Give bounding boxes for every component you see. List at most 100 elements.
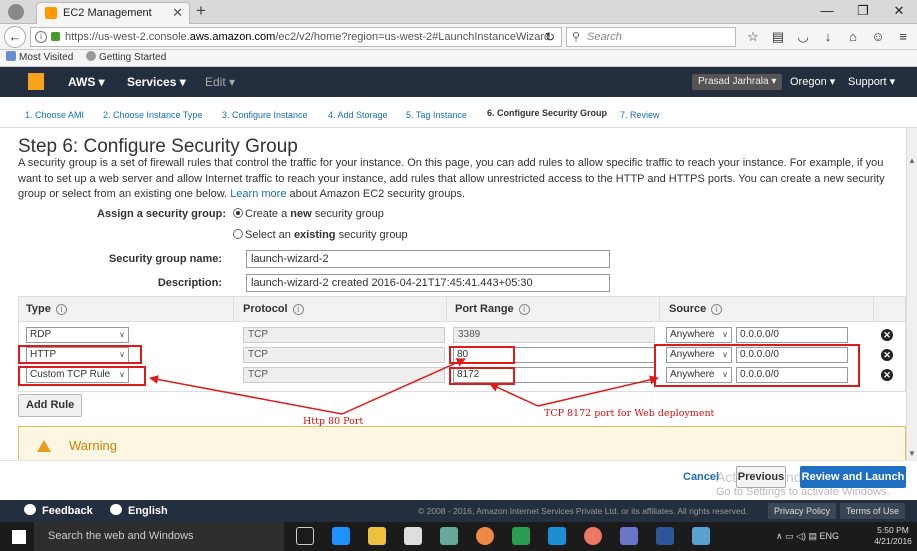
browser-tab-bar: EC2 Management Console ✕ + — ❐ ✕ (0, 0, 917, 39)
scroll-up-icon[interactable]: ▲ (908, 156, 916, 165)
file-explorer-icon[interactable] (368, 527, 386, 545)
region-menu[interactable]: Oregon ▾ (790, 67, 835, 97)
remove-rule-icon[interactable]: ✕ (881, 329, 893, 341)
menu-icon[interactable]: ≡ (894, 27, 912, 47)
info-icon[interactable]: i (518, 304, 530, 315)
add-rule-button[interactable]: Add Rule (18, 394, 83, 417)
chevron-down-icon: ∨ (119, 330, 125, 339)
aws-footer: Feedback English © 2008 - 2016, Amazon I… (0, 500, 917, 522)
home-icon[interactable]: ⌂ (844, 27, 862, 47)
pocket-icon[interactable]: ◡ (794, 27, 812, 47)
firefox-icon[interactable] (584, 527, 602, 545)
table-header: Type i Protocol i Port Range i Source i (19, 297, 905, 322)
site-info-icon[interactable]: i (35, 31, 47, 43)
column-divider (659, 297, 660, 322)
chrome-icon[interactable] (476, 527, 494, 545)
privacy-policy-link[interactable]: Privacy Policy (768, 503, 837, 519)
visual-studio-icon[interactable] (512, 527, 530, 545)
previous-button[interactable]: Previous (736, 466, 786, 488)
learn-more-link[interactable]: Learn more (230, 188, 286, 200)
aws-brand-menu[interactable]: AWS ▾ (68, 67, 105, 97)
skype-icon[interactable] (548, 527, 566, 545)
rule-type-select[interactable]: RDP ∨ (26, 327, 129, 343)
tab-close-icon[interactable]: ✕ (172, 3, 183, 23)
user-menu[interactable]: Prasad Jarhrala ▾ (692, 74, 783, 90)
url-path: /ec2/v2/home?region=us-west-2#LaunchInst… (275, 31, 554, 43)
annotation-box-source (654, 344, 860, 387)
feedback-link[interactable]: Feedback (24, 500, 93, 522)
url-prefix: https://us-west-2.console. (65, 31, 190, 43)
annotation-tcp-port: TCP 8172 port for Web deployment (544, 408, 715, 419)
close-window-button[interactable]: ✕ (881, 0, 917, 24)
wizard-steps: 1. Choose AMI 2. Choose Instance Type 3.… (0, 97, 917, 133)
description-label: Description: (157, 277, 222, 289)
taskbar-clock[interactable]: 5:50 PM 4/21/2016 (872, 525, 914, 547)
sg-name-input[interactable]: launch-wizard-2 (246, 250, 610, 268)
header-protocol: Protocol i (243, 297, 304, 322)
store-icon[interactable] (404, 527, 422, 545)
bookmark-getting-started[interactable]: Getting Started (86, 50, 166, 66)
annotation-box-port-8172 (449, 367, 515, 385)
edge-icon[interactable] (332, 527, 350, 545)
column-divider (446, 297, 447, 322)
remove-rule-icon[interactable]: ✕ (881, 369, 893, 381)
scroll-down-icon[interactable]: ▼ (908, 449, 916, 458)
header-type: Type i (26, 297, 67, 322)
terms-of-use-link[interactable]: Terms of Use (840, 503, 906, 519)
task-view-icon[interactable] (296, 527, 314, 545)
back-button[interactable]: ← (4, 26, 26, 48)
aws-favicon-icon (45, 7, 57, 19)
annotation-box-port-80 (449, 346, 515, 364)
language-selector[interactable]: English (110, 500, 168, 522)
browser-tab[interactable]: EC2 Management Console ✕ (36, 2, 190, 39)
tool-icon[interactable] (440, 527, 458, 545)
new-tab-button[interactable]: + (196, 1, 206, 21)
search-input[interactable]: ⚲ Search (566, 27, 736, 47)
header-port-range: Port Range i (455, 297, 530, 322)
taskbar-search-input[interactable]: Search the web and Windows (34, 522, 284, 551)
review-and-launch-button[interactable]: Review and Launch (800, 466, 906, 488)
info-icon[interactable]: i (292, 304, 304, 315)
rule-protocol: TCP (243, 327, 445, 343)
reading-list-icon[interactable]: ▤ (769, 27, 787, 47)
assign-sg-label: Assign a security group: (97, 208, 226, 220)
rule-cidr-input[interactable]: 0.0.0.0/0 (736, 327, 848, 343)
url-host: aws.amazon.com (189, 31, 276, 43)
download-icon[interactable]: ↓ (819, 27, 837, 47)
emoji-icon[interactable]: ☺ (869, 27, 887, 47)
url-bar[interactable]: i https://us-west-2.console.aws.amazon.c… (30, 27, 562, 47)
app-icon[interactable] (620, 527, 638, 545)
firefox-menu-icon[interactable] (8, 4, 24, 20)
pen-icon[interactable] (692, 527, 710, 545)
bookmark-star-icon[interactable]: ☆ (744, 27, 762, 47)
info-icon[interactable]: i (711, 304, 723, 315)
warning-title: Warning (69, 438, 117, 453)
radio-select-existing-sg[interactable]: Select an existing security group (233, 229, 408, 241)
radio-unselected-icon[interactable] (233, 229, 243, 239)
system-tray[interactable]: ∧ ▭ ◁) ▤ ENG (776, 522, 839, 551)
description-input[interactable]: launch-wizard-2 created 2016-04-21T17:45… (246, 274, 610, 292)
support-menu[interactable]: Support ▾ (848, 67, 895, 97)
bookmark-most-visited[interactable]: Most Visited (6, 50, 73, 66)
wizard-actions: Activate Windows Go to Settings to activ… (0, 460, 917, 500)
taskbar-apps (296, 527, 710, 545)
radio-selected-icon[interactable] (233, 208, 243, 218)
services-menu[interactable]: Services ▾ (127, 67, 186, 97)
window-controls: — ❐ ✕ (809, 0, 917, 24)
maximize-button[interactable]: ❐ (845, 0, 881, 24)
word-icon[interactable] (656, 527, 674, 545)
edit-menu[interactable]: Edit ▾ (205, 67, 235, 97)
minimize-button[interactable]: — (809, 0, 845, 24)
radio-create-new-sg[interactable]: Create a new security group (233, 208, 384, 220)
cancel-link[interactable]: Cancel (683, 471, 719, 483)
remove-rule-icon[interactable]: ✕ (881, 349, 893, 361)
windows-start-icon[interactable] (12, 530, 26, 544)
rule-source-select[interactable]: Anywhere ∨ (666, 327, 732, 343)
content-scrollbar[interactable]: ▲ ▼ (906, 128, 917, 460)
header-source: Source i (669, 297, 723, 322)
aws-cube-icon[interactable] (28, 73, 44, 90)
warning-icon (37, 440, 51, 452)
info-icon[interactable]: i (55, 304, 67, 315)
reload-icon[interactable]: ↻ (545, 28, 555, 46)
lock-icon (51, 32, 60, 41)
